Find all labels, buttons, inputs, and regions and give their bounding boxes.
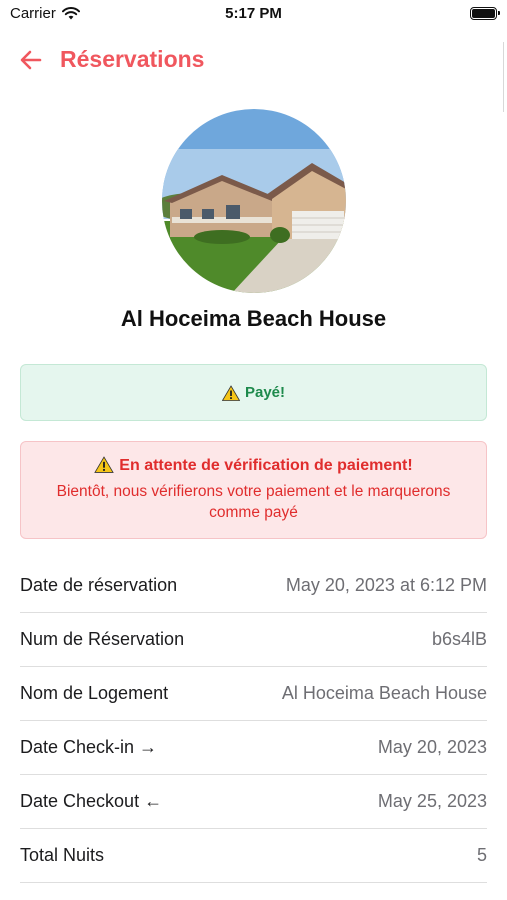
payment-success-alert: Payé! xyxy=(20,364,487,421)
success-text: Payé! xyxy=(244,384,286,401)
detail-value: Al Hoceima Beach House xyxy=(281,683,487,703)
property-image xyxy=(162,109,346,293)
battery-icon xyxy=(470,7,500,20)
warning-icon xyxy=(94,456,115,473)
page-title: Réservations xyxy=(60,46,205,72)
detail-value: 5 xyxy=(476,845,487,865)
detail-value: May 25, 2023 xyxy=(377,791,487,811)
detail-row-property-name: Nom de Logement Al Hoceima Beach House xyxy=(20,667,487,721)
payment-pending-alert: En attente de vérification de paiement! … xyxy=(20,441,487,539)
pending-message: Bientôt, nous vérifierons votre paiement… xyxy=(56,483,451,521)
status-time: 5:17 PM xyxy=(225,5,282,22)
detail-row-reservation-date: Date de réservation May 20, 2023 at 6:12… xyxy=(20,559,487,613)
warning-icon xyxy=(221,384,240,401)
status-bar: Carrier 5:17 PM xyxy=(0,0,507,30)
detail-label: Date de réservation xyxy=(20,575,178,595)
property-name: Al Hoceima Beach House xyxy=(120,306,387,331)
detail-row-reservation-number: Num de Réservation b6s4lB xyxy=(20,613,487,667)
detail-value: May 20, 2023 at 6:12 PM xyxy=(285,575,487,595)
detail-row-checkout: Date Checkout ← May 25, 2023 xyxy=(20,775,487,829)
detail-label: Date Check-in → xyxy=(20,737,158,757)
detail-label: Date Checkout ← xyxy=(20,791,163,811)
detail-value: May 20, 2023 xyxy=(377,737,487,757)
pending-title: En attente de vérification de paiement! xyxy=(119,457,413,474)
detail-label: Num de Réservation xyxy=(20,629,185,649)
reservation-details: Date de réservation May 20, 2023 at 6:12… xyxy=(20,559,487,883)
back-arrow-icon[interactable] xyxy=(18,47,44,73)
detail-row-total-nights: Total Nuits 5 xyxy=(20,829,487,883)
detail-label: Nom de Logement xyxy=(20,683,169,703)
detail-value: b6s4lB xyxy=(431,629,487,649)
nav-bar: Réservations xyxy=(0,40,507,80)
detail-label: Total Nuits xyxy=(20,845,105,865)
detail-row-checkin: Date Check-in → May 20, 2023 xyxy=(20,721,487,775)
